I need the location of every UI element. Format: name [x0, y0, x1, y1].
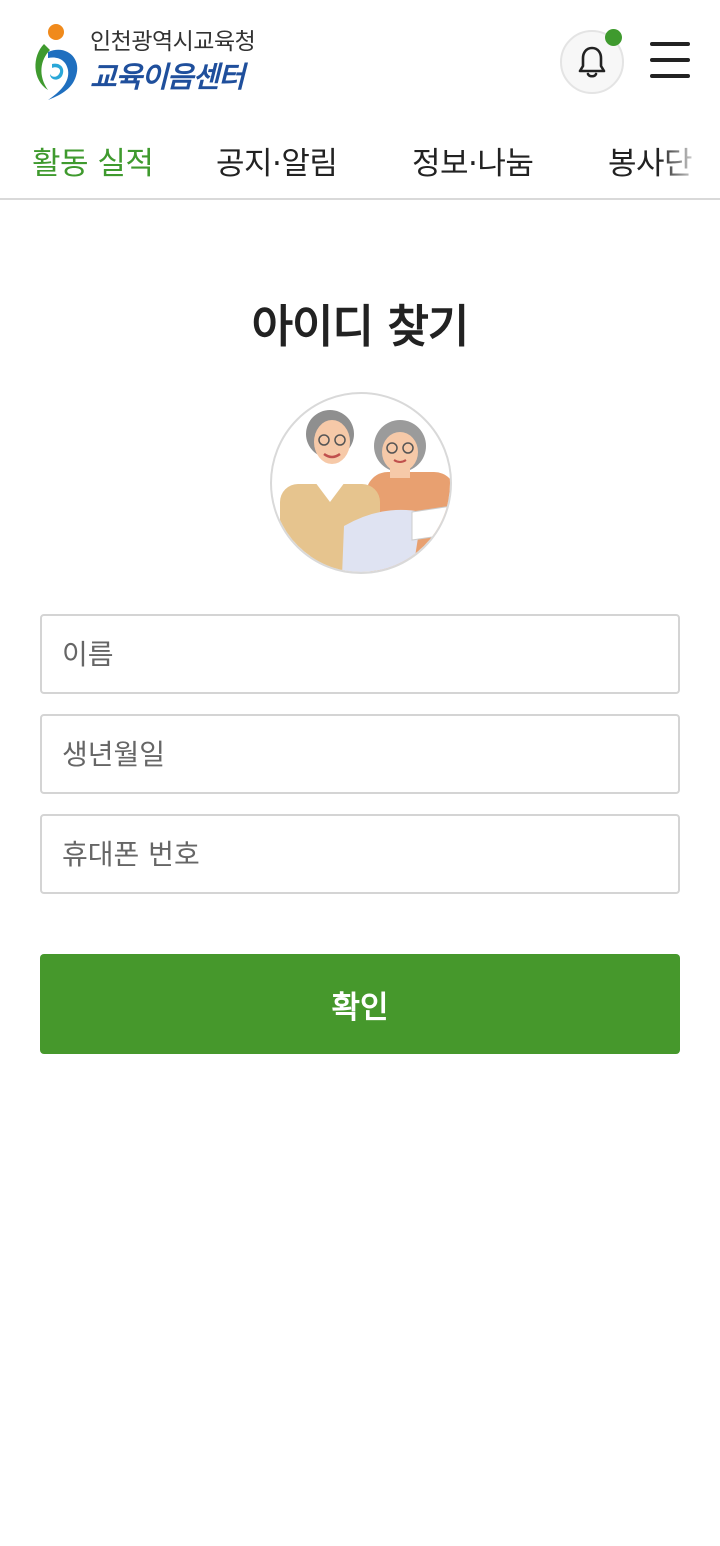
- tab-notice[interactable]: 공지·알림: [216, 138, 338, 183]
- phone-input[interactable]: [42, 816, 678, 892]
- confirm-button[interactable]: 확인: [40, 954, 680, 1054]
- phone-field: [40, 814, 680, 894]
- logo-mark-icon: [35, 24, 78, 100]
- logo-service-name: 교육이음센터: [90, 60, 245, 94]
- hamburger-menu-button[interactable]: [650, 42, 690, 78]
- category-tabs: 활동 실적 공지·알림 정보·나눔 봉사단: [0, 120, 720, 200]
- app-header: 인천광역시교육청 교육이음센터: [0, 0, 720, 120]
- name-field: [40, 614, 680, 694]
- logo-org-name: 인천광역시교육청: [90, 29, 256, 55]
- page-title: 아이디 찾기: [251, 300, 470, 353]
- tab-info-sharing[interactable]: 정보·나눔: [412, 138, 534, 183]
- senior-couple-icon: [280, 410, 450, 572]
- name-input[interactable]: [42, 616, 678, 692]
- tabs-scroll-fade: [660, 120, 720, 198]
- birthdate-field: [40, 714, 680, 794]
- menu-bar-icon: [650, 42, 690, 46]
- menu-bar-icon: [650, 58, 690, 62]
- tab-activity-record[interactable]: 활동 실적: [32, 138, 154, 183]
- bell-icon: [578, 46, 606, 78]
- notification-badge: [605, 29, 622, 46]
- logo[interactable]: 인천광역시교육청 교육이음센터: [30, 22, 280, 102]
- birthdate-input[interactable]: [42, 716, 678, 792]
- menu-bar-icon: [650, 74, 690, 78]
- seniors-illustration: [270, 392, 452, 574]
